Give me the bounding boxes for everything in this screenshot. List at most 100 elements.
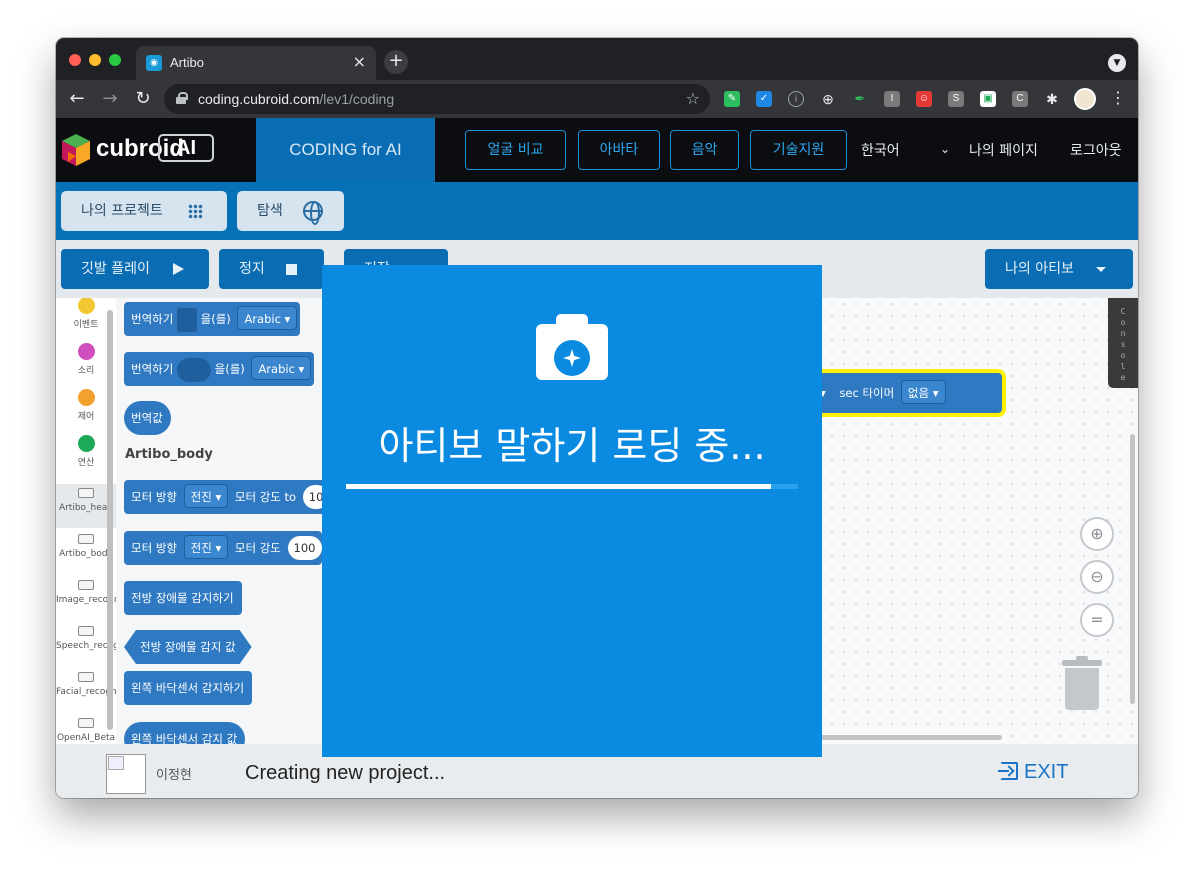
- language-dropdown[interactable]: Arabic ▾: [251, 356, 312, 380]
- new-tab-button[interactable]: +: [384, 50, 408, 74]
- category-label: 소리: [77, 366, 95, 376]
- lock-icon: [176, 92, 188, 104]
- block-label: 번역하기: [131, 362, 174, 376]
- back-arrow-icon[interactable]: ←: [66, 88, 88, 110]
- tech-support-button[interactable]: 기술지원: [750, 130, 847, 170]
- robot-icon: [78, 718, 94, 728]
- browser-toolbar: ← → ↻ coding.cubroid.com/lev1/coding ☆ ✎…: [56, 80, 1138, 118]
- reload-icon[interactable]: ↻: [132, 88, 154, 110]
- explore-button[interactable]: 탐색: [237, 191, 344, 231]
- motor-direction-speed-block[interactable]: 모터 방향 전진 ▾ 모터 강도 100: [124, 531, 322, 565]
- user-avatar: [106, 754, 146, 794]
- loading-progress-bar: [346, 484, 798, 489]
- robot-icon: [78, 626, 94, 636]
- profile-avatar-icon[interactable]: [1074, 88, 1096, 110]
- control-dot-icon: [77, 389, 95, 406]
- browser-window: ◉ Artibo × + ▼ ← → ↻ coding.cubroid.com/…: [56, 38, 1138, 798]
- left-floor-value-block[interactable]: 왼쪽 바닥센서 감지 값: [124, 722, 246, 744]
- my-page-link[interactable]: 나의 페이지: [969, 140, 1038, 160]
- zoom-reset-icon[interactable]: =: [1080, 603, 1114, 637]
- loading-title: 아티보 말하기 로딩 중...: [378, 424, 766, 468]
- logout-link[interactable]: 로그아웃: [1070, 140, 1122, 160]
- direction-dropdown[interactable]: 전진 ▾: [183, 535, 229, 559]
- workspace-vertical-scrollbar[interactable]: [1130, 434, 1135, 704]
- left-floor-detect-block[interactable]: 왼쪽 바닥센서 감지하기: [124, 671, 253, 705]
- robot-icon: [78, 488, 94, 498]
- evernote-extension-icon[interactable]: ✎: [724, 91, 740, 107]
- tab-search-icon[interactable]: ▼: [1108, 54, 1126, 72]
- globe-icon: [303, 201, 323, 225]
- tab-coding-for-ai[interactable]: CODING for AI: [256, 118, 435, 182]
- maximize-window-button[interactable]: [109, 54, 121, 66]
- tab-strip: ◉ Artibo × + ▼: [56, 38, 1138, 80]
- s-extension-icon[interactable]: S: [948, 91, 964, 107]
- exit-button[interactable]: EXIT: [998, 761, 1069, 784]
- explore-label: 탐색: [257, 203, 283, 219]
- text-slot[interactable]: [176, 357, 211, 382]
- user-name: 이정현: [156, 768, 192, 783]
- grid-icon: [188, 204, 203, 219]
- c-extension-icon[interactable]: C: [1012, 91, 1028, 107]
- minimize-window-button[interactable]: [89, 54, 101, 66]
- flag-extension-icon[interactable]: ▣: [980, 91, 996, 107]
- timer-dropdown[interactable]: 없음 ▾: [900, 380, 946, 404]
- stop-icon: [286, 264, 297, 275]
- console-tab[interactable]: Console: [1108, 298, 1138, 388]
- front-obstacle-detect-block[interactable]: 전방 장애물 감지하기: [124, 581, 242, 615]
- chevron-down-icon[interactable]: ⌄: [940, 142, 950, 156]
- translate-value-block[interactable]: 번역값: [124, 401, 171, 435]
- close-tab-icon[interactable]: ×: [353, 52, 366, 71]
- robot-extension-icon[interactable]: ☺: [916, 91, 932, 107]
- block-label: 을(를): [200, 312, 231, 326]
- text-slot[interactable]: [176, 307, 197, 332]
- translate-block[interactable]: 번역하기 을(를) Arabic ▾: [124, 352, 315, 386]
- avatar-button[interactable]: 아바타: [578, 130, 660, 170]
- block-label: 모터 강도 to: [234, 490, 297, 504]
- face-compare-button[interactable]: 얼굴 비교: [465, 130, 566, 170]
- check-extension-icon[interactable]: ✓: [756, 91, 772, 107]
- bookmark-star-icon[interactable]: ☆: [686, 89, 700, 108]
- zoom-out-icon[interactable]: ⊖: [1080, 560, 1114, 594]
- address-bar[interactable]: coding.cubroid.com/lev1/coding ☆: [164, 84, 710, 114]
- motor-direction-speed-to-block[interactable]: 모터 방향 전진 ▾ 모터 강도 to 10: [124, 480, 322, 514]
- play-icon: [173, 263, 184, 275]
- block-label: sec 타이머: [839, 386, 895, 400]
- puzzle-extensions-icon[interactable]: ✱: [1044, 91, 1060, 107]
- speed-input[interactable]: 100: [287, 536, 322, 560]
- pen-extension-icon[interactable]: ✒: [852, 91, 868, 107]
- browser-tab[interactable]: ◉ Artibo ×: [136, 46, 376, 80]
- zoom-in-icon[interactable]: ⊕: [1080, 517, 1114, 551]
- chevron-down-icon: [1096, 267, 1106, 272]
- language-select[interactable]: 한국어: [861, 140, 900, 160]
- speed-input[interactable]: 10: [302, 485, 322, 509]
- palette-section-title: Artibo_body: [125, 447, 213, 462]
- globe-extension-icon[interactable]: ⊕: [820, 91, 836, 107]
- console-label: Console: [1120, 307, 1126, 382]
- category-scrollbar[interactable]: [107, 310, 113, 730]
- category-label: 이벤트: [73, 320, 99, 330]
- close-window-button[interactable]: [69, 54, 81, 66]
- i-extension-icon[interactable]: I: [884, 91, 900, 107]
- tab-title: Artibo: [170, 55, 204, 70]
- exit-label: EXIT: [1024, 761, 1069, 783]
- robot-icon: [78, 580, 94, 590]
- status-text: Creating new project...: [245, 762, 446, 784]
- stop-label: 정지: [239, 261, 265, 277]
- device-select[interactable]: 나의 아티보: [985, 249, 1133, 289]
- info-extension-icon[interactable]: i: [788, 91, 804, 107]
- language-dropdown[interactable]: Arabic ▾: [237, 306, 298, 330]
- forward-arrow-icon[interactable]: →: [99, 88, 121, 110]
- front-obstacle-value-block[interactable]: 전방 장애물 감지 값: [124, 630, 252, 664]
- my-projects-button[interactable]: 나의 프로젝트: [61, 191, 227, 231]
- robot-icon: [78, 672, 94, 682]
- trash-icon[interactable]: [1062, 656, 1102, 712]
- flag-play-button[interactable]: 깃발 플레이: [61, 249, 209, 289]
- stop-button[interactable]: 정지: [219, 249, 324, 289]
- translate-block[interactable]: 번역하기 을(를) Arabic ▾: [124, 302, 301, 336]
- timer-block[interactable]: ▾ sec 타이머 없음 ▾: [812, 373, 1002, 413]
- direction-dropdown[interactable]: 전진 ▾: [183, 484, 229, 508]
- block-label: 모터 강도: [234, 541, 281, 555]
- chrome-menu-icon[interactable]: ⋮: [1110, 88, 1126, 107]
- music-button[interactable]: 음악: [670, 130, 739, 170]
- block-label: 을(를): [214, 362, 245, 376]
